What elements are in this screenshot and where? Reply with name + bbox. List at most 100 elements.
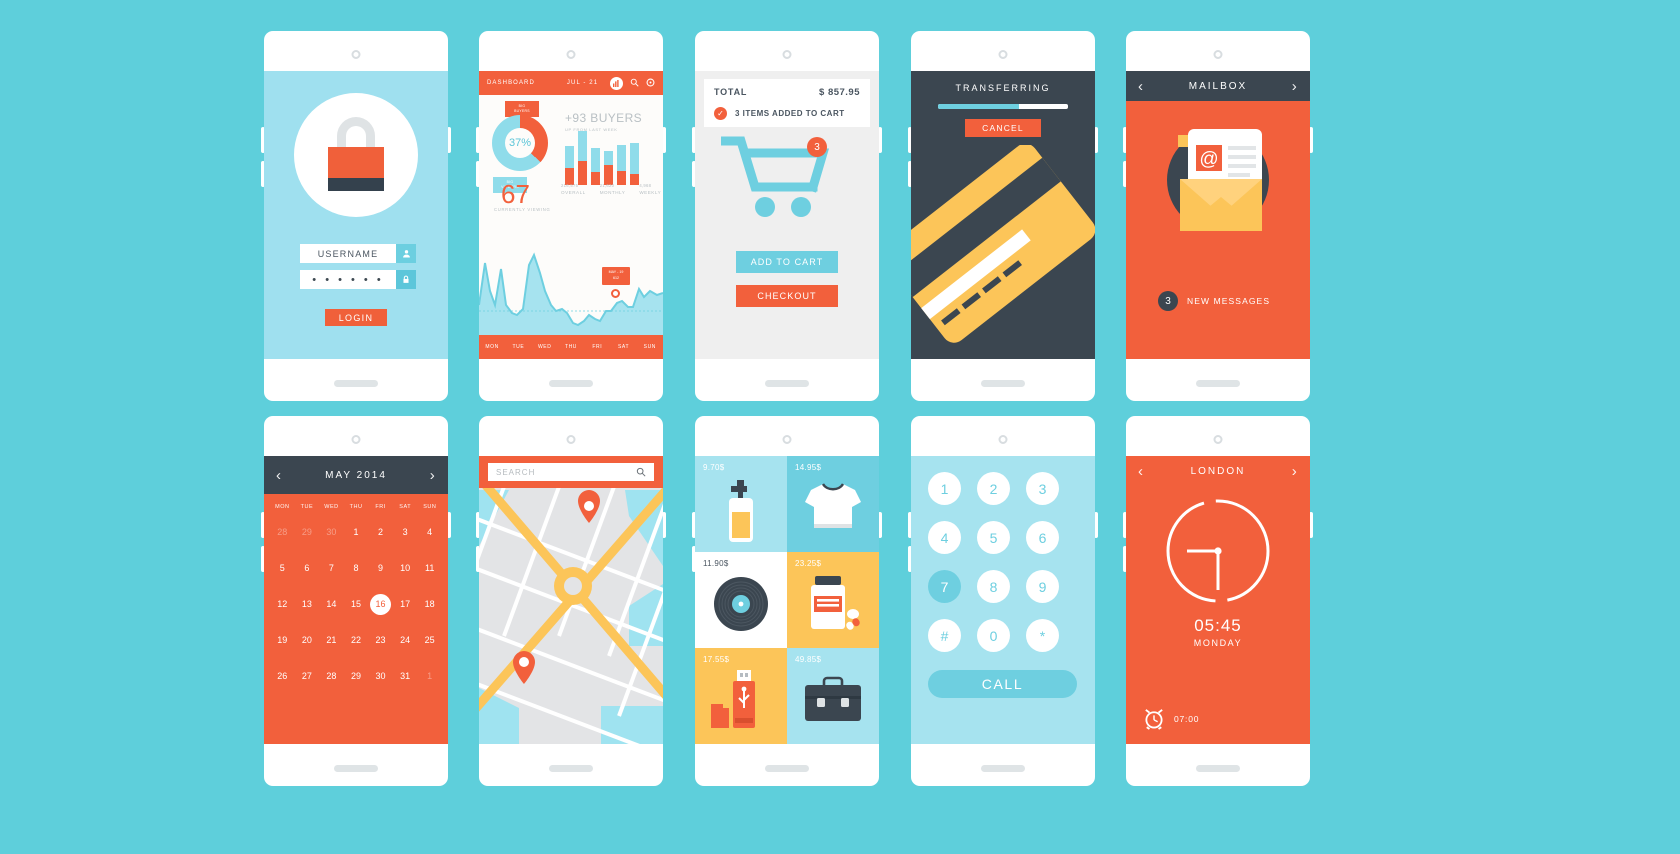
calendar-day[interactable]: 6 [295, 550, 320, 586]
calendar-day[interactable]: 1 [344, 514, 369, 550]
dial-key-1[interactable]: 1 [928, 472, 961, 505]
transfer-screen: TRANSFERRING CANCEL [911, 71, 1095, 359]
calendar-day[interactable]: 7 [319, 550, 344, 586]
calendar-day[interactable]: 12 [270, 586, 295, 622]
home-button[interactable] [1196, 380, 1240, 387]
search-field[interactable]: SEARCH [488, 463, 654, 481]
dial-key-7[interactable]: 7 [928, 570, 961, 603]
username-field[interactable]: USERNAME [300, 244, 416, 263]
home-button[interactable] [765, 765, 809, 772]
chevron-right-icon[interactable]: › [1292, 79, 1298, 94]
search-input[interactable]: SEARCH [496, 468, 535, 477]
search-icon[interactable] [636, 467, 646, 477]
weekday-tue[interactable]: TUE [505, 344, 531, 350]
calendar-day[interactable]: 30 [319, 514, 344, 550]
map-canvas[interactable] [479, 456, 663, 744]
dial-key-4[interactable]: 4 [928, 521, 961, 554]
product-card[interactable]: 14.95$ [787, 456, 879, 552]
home-button[interactable] [334, 380, 378, 387]
weekday-sun[interactable]: SUN [637, 344, 663, 350]
home-button[interactable] [981, 765, 1025, 772]
dial-key-8[interactable]: 8 [977, 570, 1010, 603]
search-icon[interactable] [630, 74, 639, 92]
weekday-sat[interactable]: SAT [610, 344, 636, 350]
lock-icon [396, 270, 416, 289]
dial-key-star[interactable]: * [1026, 619, 1059, 652]
calendar-day[interactable]: 13 [295, 586, 320, 622]
home-button[interactable] [549, 380, 593, 387]
chevron-left-icon[interactable]: ‹ [276, 468, 282, 483]
dial-key-6[interactable]: 6 [1026, 521, 1059, 554]
chevron-right-icon[interactable]: › [1292, 464, 1298, 479]
calendar-day[interactable]: 25 [417, 622, 442, 658]
calendar-day[interactable]: 20 [295, 622, 320, 658]
chevron-left-icon[interactable]: ‹ [1138, 464, 1144, 479]
alarm-row[interactable]: 07:00 [1144, 708, 1199, 730]
calendar-day[interactable]: 26 [270, 658, 295, 694]
home-button[interactable] [1196, 765, 1240, 772]
calendar-day[interactable]: 3 [393, 514, 418, 550]
calendar-day-selected[interactable]: 16 [368, 586, 393, 622]
home-button[interactable] [549, 765, 593, 772]
login-button[interactable]: LOGIN [325, 309, 387, 326]
calendar-day[interactable]: 29 [295, 514, 320, 550]
home-button[interactable] [765, 380, 809, 387]
home-button[interactable] [334, 765, 378, 772]
dial-key-9[interactable]: 9 [1026, 570, 1059, 603]
dial-key-2[interactable]: 2 [977, 472, 1010, 505]
weekday-thu[interactable]: THU [558, 344, 584, 350]
gear-icon[interactable] [646, 74, 655, 92]
calendar-day[interactable]: 31 [393, 658, 418, 694]
calendar-day[interactable]: 23 [368, 622, 393, 658]
phone-products: 9.70$ 14.95$ 11.90$ 23.25$ 17.55$ 49.85$ [692, 416, 882, 786]
chart-datapoint[interactable] [611, 289, 620, 298]
calendar-day[interactable]: 1 [417, 658, 442, 694]
calendar-day[interactable]: 8 [344, 550, 369, 586]
cancel-button[interactable]: CANCEL [965, 119, 1041, 137]
dial-key-5[interactable]: 5 [977, 521, 1010, 554]
calendar-day[interactable]: 4 [417, 514, 442, 550]
calendar-day[interactable]: 5 [270, 550, 295, 586]
bar-chart-icon[interactable] [610, 76, 623, 90]
weekday-fri[interactable]: FRI [584, 344, 610, 350]
calendar-day[interactable]: 11 [417, 550, 442, 586]
calendar-day[interactable]: 2 [368, 514, 393, 550]
calendar-day[interactable]: 28 [270, 514, 295, 550]
product-card[interactable]: 9.70$ [695, 456, 787, 552]
product-card[interactable]: 17.55$ [695, 648, 787, 744]
username-input[interactable]: USERNAME [300, 244, 396, 263]
calendar-day[interactable]: 24 [393, 622, 418, 658]
checkout-button[interactable]: CHECKOUT [736, 285, 838, 307]
calendar-day[interactable]: 28 [319, 658, 344, 694]
dial-key-hash[interactable]: # [928, 619, 961, 652]
calendar-day[interactable]: 27 [295, 658, 320, 694]
add-to-cart-button[interactable]: ADD TO CART [736, 251, 838, 273]
password-input[interactable]: • • • • • • [300, 270, 396, 289]
password-field[interactable]: • • • • • • [300, 270, 416, 289]
dial-key-3[interactable]: 3 [1026, 472, 1059, 505]
weekday-wed[interactable]: WED [532, 344, 558, 350]
calendar-day[interactable]: 15 [344, 586, 369, 622]
weekday-mon[interactable]: MON [479, 344, 505, 350]
home-button[interactable] [981, 380, 1025, 387]
calendar-day[interactable]: 22 [344, 622, 369, 658]
calendar-day[interactable]: 9 [368, 550, 393, 586]
product-card[interactable]: 23.25$ [787, 552, 879, 648]
calendar-day[interactable]: 19 [270, 622, 295, 658]
chevron-right-icon[interactable]: › [430, 468, 436, 483]
product-card[interactable]: 11.90$ [695, 552, 787, 648]
calendar-day[interactable]: 14 [319, 586, 344, 622]
product-card[interactable]: 49.85$ [787, 648, 879, 744]
calendar-day[interactable]: 21 [319, 622, 344, 658]
calendar-day[interactable]: 30 [368, 658, 393, 694]
usb-drive-icon [711, 670, 755, 728]
call-button[interactable]: CALL [928, 670, 1077, 698]
calendar-day[interactable]: 17 [393, 586, 418, 622]
chevron-left-icon[interactable]: ‹ [1138, 79, 1144, 94]
dial-key-0[interactable]: 0 [977, 619, 1010, 652]
calendar-day[interactable]: 10 [393, 550, 418, 586]
new-messages-count: 3 [1158, 291, 1178, 311]
calendar-day[interactable]: 29 [344, 658, 369, 694]
total-label: TOTAL [714, 87, 748, 97]
calendar-day[interactable]: 18 [417, 586, 442, 622]
